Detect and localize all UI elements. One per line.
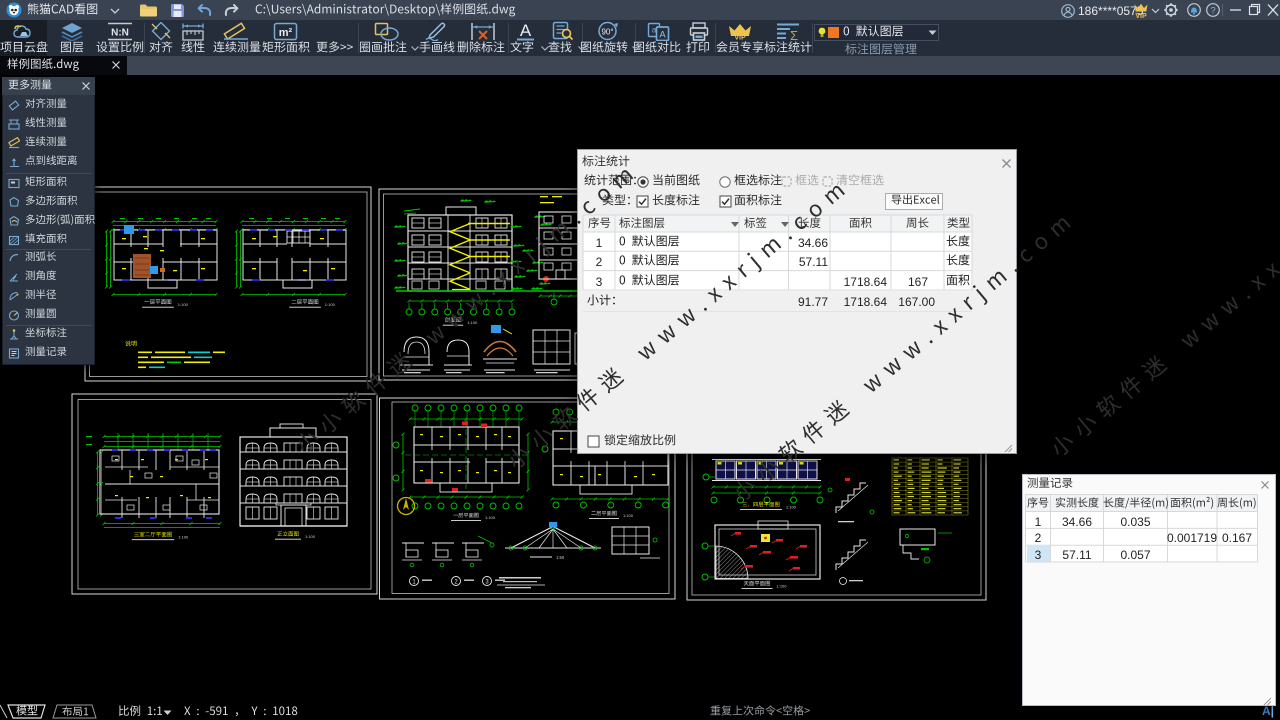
svg-text:VIP: VIP (734, 35, 746, 41)
svg-text:1:100: 1:100 (305, 534, 316, 539)
svg-text:N:N: N:N (111, 28, 129, 39)
svg-text:3: 3 (485, 580, 489, 586)
svg-text:A: A (520, 21, 532, 40)
svg-text:2: 2 (454, 580, 458, 586)
svg-text:1: 1 (412, 580, 416, 586)
svg-text:1:100: 1:100 (178, 535, 189, 540)
svg-text:?: ? (1210, 6, 1215, 17)
svg-text:90°: 90° (601, 28, 613, 37)
svg-text:Σ: Σ (790, 28, 798, 41)
svg-text:VIP: VIP (1135, 13, 1147, 18)
svg-text:1:100: 1:100 (325, 302, 336, 307)
svg-text:1:100: 1:100 (786, 504, 797, 509)
svg-text:A: A (659, 30, 666, 41)
svg-text:1:100: 1:100 (467, 320, 478, 325)
svg-text:m²: m² (279, 27, 293, 39)
svg-text:1:100: 1:100 (485, 515, 496, 520)
svg-text:1:100: 1:100 (178, 302, 189, 307)
svg-text:1:50: 1:50 (556, 555, 565, 560)
svg-text:1:100: 1:100 (623, 513, 634, 518)
svg-text:1:100: 1:100 (777, 583, 788, 588)
